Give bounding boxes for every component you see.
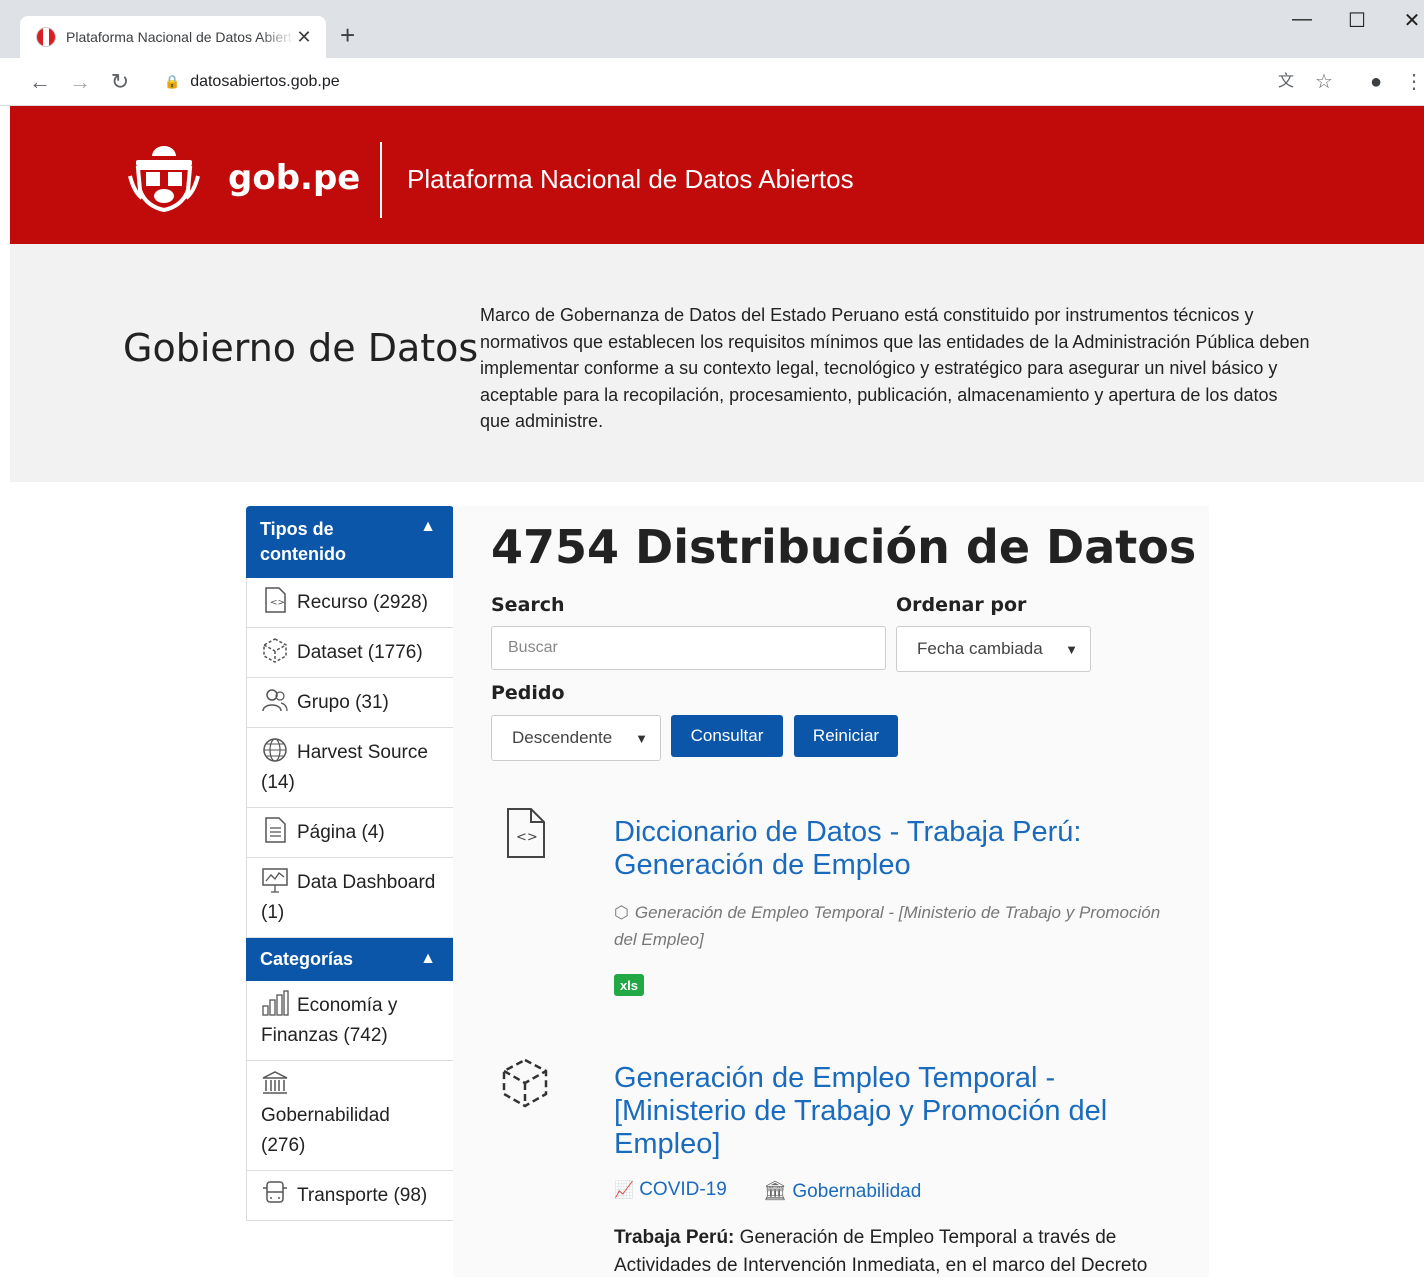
- format-badge[interactable]: xls: [614, 974, 644, 996]
- chevron-down-icon: ▼: [635, 730, 648, 746]
- back-icon[interactable]: ←: [26, 68, 54, 96]
- hero-banner: Gobierno de Datos Marco de Gobernanza de…: [10, 244, 1424, 482]
- facet-item-gobernabilidad[interactable]: Gobernabilidad (276): [247, 1061, 453, 1171]
- facet-item-pagina[interactable]: Página (4): [247, 808, 453, 858]
- line-chart-icon: 📈: [614, 1182, 634, 1199]
- categories-list: Economía y Finanzas (742) Gobernabilidad…: [246, 981, 454, 1221]
- order-by-label: Ordenar por: [896, 594, 1027, 616]
- minimize-icon[interactable]: —: [1282, 8, 1322, 31]
- main-content: 4754 Distribución de Datos Search Buscar…: [453, 506, 1209, 1277]
- page-title: 4754 Distribución de Datos: [491, 520, 1197, 574]
- search-input[interactable]: Buscar: [491, 626, 886, 670]
- result-title[interactable]: Diccionario de Datos - Trabaja Perú: Gen…: [614, 816, 1154, 882]
- lock-icon: 🔒: [164, 74, 181, 89]
- svg-text:<>: <>: [270, 598, 285, 608]
- facet-header-content-types[interactable]: Tipos de contenido ▲: [246, 506, 454, 578]
- facet-item-harvest-source[interactable]: Harvest Source (14): [247, 728, 453, 808]
- site-header: gob.pe Plataforma Nacional de Datos Abie…: [10, 106, 1424, 244]
- order-by-value: Fecha cambiada: [917, 639, 1043, 658]
- facet-item-grupo[interactable]: Grupo (31): [247, 678, 453, 728]
- order-select[interactable]: Descendente ▼: [491, 715, 661, 761]
- close-icon[interactable]: ✕: [294, 27, 314, 48]
- chevron-up-icon[interactable]: ▲: [420, 518, 436, 536]
- hero-description: Marco de Gobernanza de Datos del Estado …: [480, 305, 1310, 431]
- svg-text:<>: <>: [516, 830, 538, 845]
- facet-item-label: Recurso (2928): [297, 592, 428, 613]
- content-types-list: <> Recurso (2928) Dataset (1776) Grupo (3…: [246, 578, 454, 938]
- new-tab-button[interactable]: +: [340, 22, 355, 48]
- result-description-bold: Trabaja Perú:: [614, 1227, 735, 1248]
- site-title[interactable]: Plataforma Nacional de Datos Abiertos: [407, 164, 854, 195]
- order-label: Pedido: [491, 682, 565, 704]
- facet-header-label: Tipos de contenido: [260, 519, 346, 564]
- hero-title: Gobierno de Datos: [123, 326, 479, 370]
- logo-text[interactable]: gob.pe: [228, 158, 360, 198]
- cube-icon: [502, 1058, 548, 1108]
- facet-item-recurso[interactable]: <> Recurso (2928): [247, 578, 453, 628]
- cube-icon: ⬡: [614, 903, 629, 922]
- result-dataset-text: Generación de Empleo Temporal - [Ministe…: [614, 903, 1161, 949]
- window-close-icon[interactable]: ✕: [1392, 8, 1424, 33]
- facet-item-data-dashboard[interactable]: Data Dashboard (1): [247, 858, 453, 938]
- url-bar[interactable]: 🔒 datosabiertos.gob.pe: [148, 66, 1268, 98]
- facet-header-label: Categorías: [260, 949, 354, 969]
- page-icon: [265, 817, 286, 843]
- result-title[interactable]: Generación de Empleo Temporal - [Ministe…: [614, 1062, 1174, 1161]
- bar-chart-icon: [262, 990, 289, 1016]
- tag-gobernabilidad[interactable]: 🏛 Gobernabilidad: [763, 1179, 921, 1203]
- tag-covid[interactable]: 📈 COVID-19: [614, 1179, 727, 1201]
- bookmark-star-icon[interactable]: ☆: [1310, 68, 1338, 96]
- facet-item-label: Grupo (31): [297, 692, 389, 713]
- facet-sidebar: Tipos de contenido ▲ <> Recurso (2928) Da…: [246, 506, 454, 1221]
- account-icon[interactable]: ●: [1362, 68, 1390, 96]
- order-value: Descendente: [512, 728, 613, 747]
- bus-icon: [263, 1181, 287, 1203]
- result-dataset-link[interactable]: ⬡ Generación de Empleo Temporal - [Minist…: [614, 899, 1174, 953]
- translate-icon[interactable]: 文: [1272, 68, 1300, 96]
- menu-dots-icon[interactable]: ⋮: [1404, 68, 1424, 96]
- facet-item-label: Página (4): [297, 822, 385, 843]
- search-label: Search: [491, 594, 565, 616]
- browser-tab[interactable]: Plataforma Nacional de Datos Abiertos ✕: [20, 16, 326, 58]
- tag-label: Gobernabilidad: [792, 1181, 922, 1202]
- maximize-icon[interactable]: ☐: [1337, 8, 1377, 33]
- forward-icon[interactable]: →: [66, 68, 94, 96]
- facet-item-label: Transporte (98): [297, 1185, 428, 1206]
- address-bar: ← → ↻ 🔒 datosabiertos.gob.pe 文 ☆ ● ⋮: [0, 58, 1424, 106]
- facet-item-economia[interactable]: Economía y Finanzas (742): [247, 981, 453, 1061]
- code-file-icon: <>: [507, 808, 545, 858]
- submit-button[interactable]: Consultar: [671, 715, 783, 757]
- tag-label: COVID-19: [639, 1179, 727, 1200]
- reset-button[interactable]: Reiniciar: [794, 715, 898, 757]
- facet-item-label: Dataset (1776): [297, 642, 423, 663]
- globe-icon: [263, 738, 287, 762]
- facet-header-categories[interactable]: Categorías ▲: [246, 938, 454, 981]
- dashboard-icon: [262, 868, 288, 893]
- url-text: datosabiertos.gob.pe: [190, 73, 340, 90]
- reload-icon[interactable]: ↻: [106, 68, 134, 96]
- chevron-down-icon: ▼: [1065, 641, 1078, 657]
- order-by-select[interactable]: Fecha cambiada ▼: [896, 626, 1091, 672]
- group-icon: [262, 689, 288, 712]
- facet-item-transporte[interactable]: Transporte (98): [247, 1171, 453, 1221]
- header-divider: [380, 142, 382, 218]
- government-building-icon: [262, 1071, 288, 1094]
- result-description: Trabaja Perú: Generación de Empleo Tempo…: [614, 1224, 1204, 1280]
- peru-coat-of-arms-icon[interactable]: [128, 142, 200, 214]
- facet-item-label: Gobernabilidad (276): [261, 1105, 390, 1156]
- tab-title: Plataforma Nacional de Datos Abiertos: [66, 29, 294, 45]
- chevron-up-icon[interactable]: ▲: [420, 950, 436, 968]
- code-file-icon: <>: [265, 587, 286, 613]
- cube-icon: [263, 638, 287, 663]
- browser-tabstrip: Plataforma Nacional de Datos Abiertos ✕ …: [0, 0, 1424, 58]
- peru-flag-icon: [36, 27, 56, 47]
- facet-item-dataset[interactable]: Dataset (1776): [247, 628, 453, 678]
- government-building-icon: 🏛: [763, 1181, 788, 1202]
